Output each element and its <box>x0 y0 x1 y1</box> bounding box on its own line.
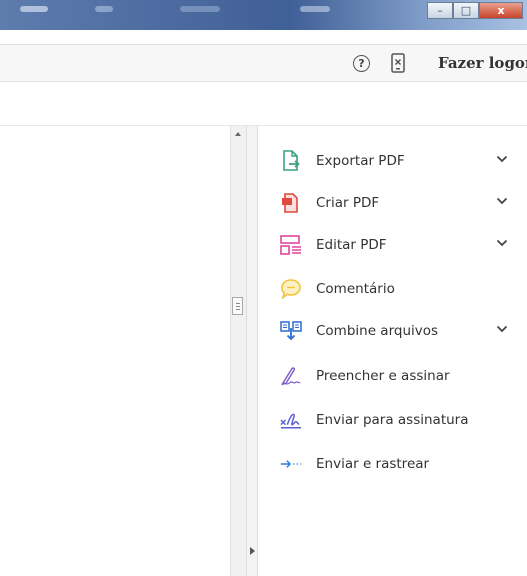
tool-label: Comentário <box>316 281 395 297</box>
top-toolbar: ? Fazer logon <box>0 44 527 82</box>
login-button[interactable]: Fazer logon <box>438 54 527 72</box>
export-pdf-icon <box>280 150 302 172</box>
collapse-pane-arrow-icon[interactable] <box>250 547 255 555</box>
window-controls: – □ x <box>427 2 523 19</box>
tool-comentario[interactable]: Comentário <box>280 274 520 304</box>
tool-enviar-assinatura[interactable]: Enviar para assinatura <box>280 405 520 435</box>
titlebar-decoration <box>95 6 113 12</box>
tool-label: Preencher e assinar <box>316 368 450 384</box>
tool-label: Combine arquivos <box>316 323 439 339</box>
document-area[interactable] <box>0 126 230 576</box>
chevron-down-icon[interactable] <box>496 155 508 163</box>
edit-pdf-icon <box>280 234 302 256</box>
tool-label: Editar PDF <box>316 237 387 253</box>
minimize-button[interactable]: – <box>427 2 453 19</box>
tool-combine-arquivos[interactable]: Combine arquivos <box>280 316 520 346</box>
tool-editar-pdf[interactable]: Editar PDF <box>280 230 520 260</box>
tools-pane: Exportar PDF Criar PDF Editar PDF Coment… <box>258 126 527 576</box>
tool-label: Enviar e rastrear <box>316 456 430 472</box>
comment-icon <box>280 278 302 300</box>
document-scrollbar[interactable] <box>230 126 246 576</box>
titlebar-decoration <box>300 6 330 12</box>
help-icon[interactable]: ? <box>353 55 370 72</box>
mobile-link-icon[interactable] <box>391 53 405 77</box>
tool-enviar-rastrear[interactable]: Enviar e rastrear <box>280 449 520 479</box>
tool-label: Enviar para assinatura <box>316 412 469 428</box>
tool-preencher-assinar[interactable]: Preencher e assinar <box>280 361 520 391</box>
combine-files-icon <box>280 320 302 342</box>
chevron-down-icon[interactable] <box>496 325 508 333</box>
titlebar-decoration <box>180 6 220 12</box>
scroll-up-arrow-icon[interactable] <box>235 132 241 136</box>
tool-criar-pdf[interactable]: Criar PDF <box>280 188 520 218</box>
chevron-down-icon[interactable] <box>496 239 508 247</box>
fill-sign-icon <box>280 365 302 387</box>
tool-label: Criar PDF <box>316 195 380 211</box>
send-signature-icon <box>280 409 302 431</box>
scroll-thumb[interactable] <box>232 297 243 315</box>
secondary-toolbar <box>0 82 527 126</box>
send-track-icon <box>280 453 302 475</box>
titlebar-decoration <box>20 6 48 12</box>
tool-label: Exportar PDF <box>316 153 405 169</box>
create-pdf-icon <box>280 192 302 214</box>
maximize-button[interactable]: □ <box>453 2 479 19</box>
window-titlebar: – □ x <box>0 0 527 30</box>
tool-exportar-pdf[interactable]: Exportar PDF <box>280 146 520 176</box>
pane-divider[interactable] <box>246 126 258 576</box>
chevron-down-icon[interactable] <box>496 197 508 205</box>
close-button[interactable]: x <box>479 2 523 19</box>
